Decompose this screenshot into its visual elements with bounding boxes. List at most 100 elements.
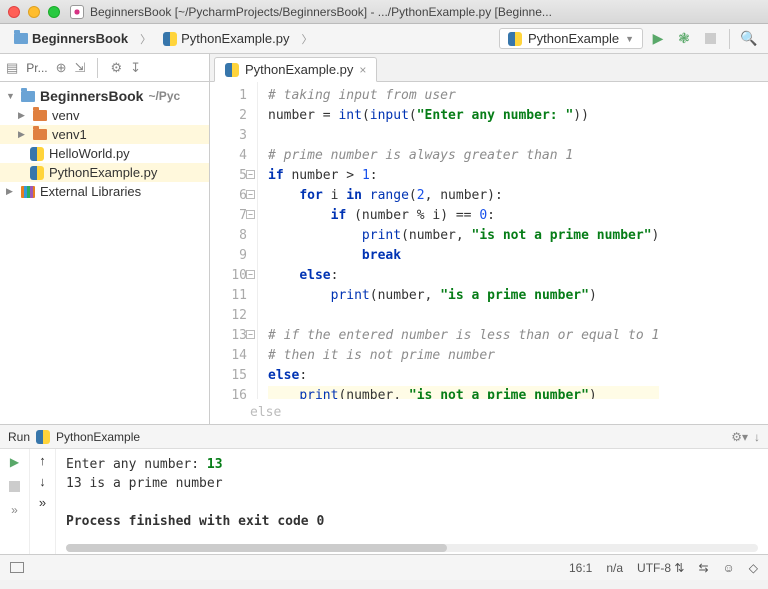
source-code[interactable]: # taking input from user number = int(in… [258,82,659,399]
minimize-window-icon[interactable] [28,6,40,18]
editor-tab-bar: PythonExample.py × [210,54,768,82]
editor-tab-label: PythonExample.py [245,62,353,77]
structure-breadcrumb[interactable]: else [210,399,768,424]
close-tab-icon[interactable]: × [359,63,366,77]
editor-tab[interactable]: PythonExample.py × [214,57,377,82]
hide-icon[interactable]: ↧ [130,60,141,76]
code-line[interactable]: for i in range(2, number): [268,188,503,203]
gear-icon[interactable]: ⚙▾ [731,430,748,444]
library-icon [21,186,35,198]
up-icon[interactable]: ↑ [39,453,46,468]
python-file-icon [163,32,177,46]
export-icon[interactable]: ↓ [754,430,760,444]
code-line[interactable]: break [268,248,401,263]
target-icon[interactable]: ⊕ [56,60,67,76]
tree-external-libraries[interactable]: ▶ External Libraries [0,182,209,201]
project-view-icon[interactable]: ▤ [6,60,18,76]
code-line[interactable]: print(number, "is not a prime number") [268,386,659,399]
more-button[interactable]: » [39,495,46,510]
tree-root-path: ~/Pyc [148,89,180,103]
tree-root-label: BeginnersBook [40,88,143,104]
tree-item-label: venv1 [52,127,87,142]
play-icon: ▶ [653,30,664,47]
code-line[interactable]: if number > 1: [268,168,378,183]
folder-icon [14,33,28,44]
code-line[interactable]: # prime number is always greater than 1 [268,148,573,163]
scrollbar-thumb[interactable] [66,544,447,552]
code-line[interactable]: else: [268,268,338,283]
maximize-window-icon[interactable] [48,6,60,18]
console-output[interactable]: Enter any number: 13 13 is a prime numbe… [56,449,768,554]
breadcrumb-project-label: BeginnersBook [32,31,128,46]
folder-icon [33,129,47,140]
run-tool-window: Run PythonExample ⚙▾ ↓ ▶ » ↑ ↓ » Enter a… [0,424,768,554]
python-file-icon [36,430,50,444]
stop-button[interactable] [6,477,24,495]
run-header: Run PythonExample ⚙▾ ↓ [0,425,768,449]
code-line[interactable]: if (number % i) == 0: [268,208,495,223]
chevron-right-icon: 〉 [140,31,151,47]
separator [729,29,730,49]
project-toolbar: ▤ Pr... ⊕ ⇲ ⚙ ↧ [0,54,209,82]
line-gutter[interactable]: 12345−6−7−8910−111213−141516 [210,82,258,399]
close-window-icon[interactable] [8,6,20,18]
read-only-toggle[interactable]: ⇆ [698,561,708,575]
breadcrumb-file[interactable]: PythonExample.py [157,29,295,48]
breadcrumb-project[interactable]: BeginnersBook [8,29,134,48]
tool-windows-icon[interactable] [10,562,24,573]
run-config-name: PythonExample [56,430,140,444]
search-everywhere-button[interactable]: 🔍 [738,28,760,50]
rerun-button[interactable]: ▶ [6,453,24,471]
expand-icon[interactable]: ▶ [18,110,28,121]
expand-icon[interactable]: ▶ [18,129,28,140]
tree-item-label: venv [52,108,79,123]
code-line[interactable]: print(number, "is not a prime number") [268,228,659,243]
tree-item-venv1[interactable]: ▶ venv1 [0,125,209,144]
editor-pane: PythonExample.py × 12345−6−7−8910−111213… [210,54,768,424]
folder-icon [33,110,47,121]
project-tree[interactable]: ▼ BeginnersBook ~/Pyc ▶ venv ▶ venv1 Hel… [0,82,209,424]
breadcrumb-file-label: PythonExample.py [181,31,289,46]
more-button[interactable]: » [6,501,24,519]
tree-item-pythonexample[interactable]: PythonExample.py [0,163,209,182]
stop-icon [705,33,716,44]
code-line[interactable]: number = int(input("Enter any number: ")… [268,108,589,123]
code-line[interactable]: # if the entered number is less than or … [268,328,659,343]
file-encoding[interactable]: UTF-8 ⇅ [637,561,684,575]
code-line[interactable]: # then it is not prime number [268,348,495,363]
console-line: Enter any number: 13 [66,455,758,474]
window-titlebar: BeginnersBook [~/PycharmProjects/Beginne… [0,0,768,24]
gear-icon[interactable]: ⚙ [110,60,122,76]
horizontal-scrollbar[interactable] [66,544,758,552]
navigation-bar: BeginnersBook 〉 PythonExample.py 〉 Pytho… [0,24,768,54]
window-title: BeginnersBook [~/PycharmProjects/Beginne… [90,5,760,19]
expand-icon[interactable]: ▶ [6,186,16,197]
debug-button[interactable]: ❃ [673,28,695,50]
tree-item-label: PythonExample.py [49,165,157,180]
collapse-icon[interactable]: ⇲ [75,60,86,76]
run-header-label: Run [8,430,30,444]
line-separator[interactable]: n/a [606,561,623,575]
app-icon [70,5,84,19]
run-configuration-selector[interactable]: PythonExample ▼ [499,28,643,49]
expand-icon[interactable]: ▼ [6,91,16,101]
folder-icon [21,91,35,102]
stop-button[interactable] [699,28,721,50]
tree-item-venv[interactable]: ▶ venv [0,106,209,125]
tree-item-label: HelloWorld.py [49,146,130,161]
code-line[interactable]: # taking input from user [268,88,456,103]
chevron-right-icon: 〉 [301,31,312,47]
code-editor[interactable]: 12345−6−7−8910−111213−141516 # taking in… [210,82,768,399]
code-line[interactable]: print(number, "is a prime number") [268,288,597,303]
code-line[interactable]: else: [268,368,307,383]
tree-item-helloworld[interactable]: HelloWorld.py [0,144,209,163]
caret-position[interactable]: 16:1 [569,561,592,575]
dropdown-icon: ▼ [625,34,634,44]
down-icon[interactable]: ↓ [39,474,46,489]
notifications-icon[interactable]: ◇ [749,561,758,575]
run-side-toolbar: ▶ » [0,449,30,554]
run-button[interactable]: ▶ [647,28,669,50]
memory-indicator[interactable]: ☺ [723,561,735,575]
tree-root[interactable]: ▼ BeginnersBook ~/Pyc [0,86,209,106]
project-tool-window: ▤ Pr... ⊕ ⇲ ⚙ ↧ ▼ BeginnersBook ~/Pyc ▶ … [0,54,210,424]
